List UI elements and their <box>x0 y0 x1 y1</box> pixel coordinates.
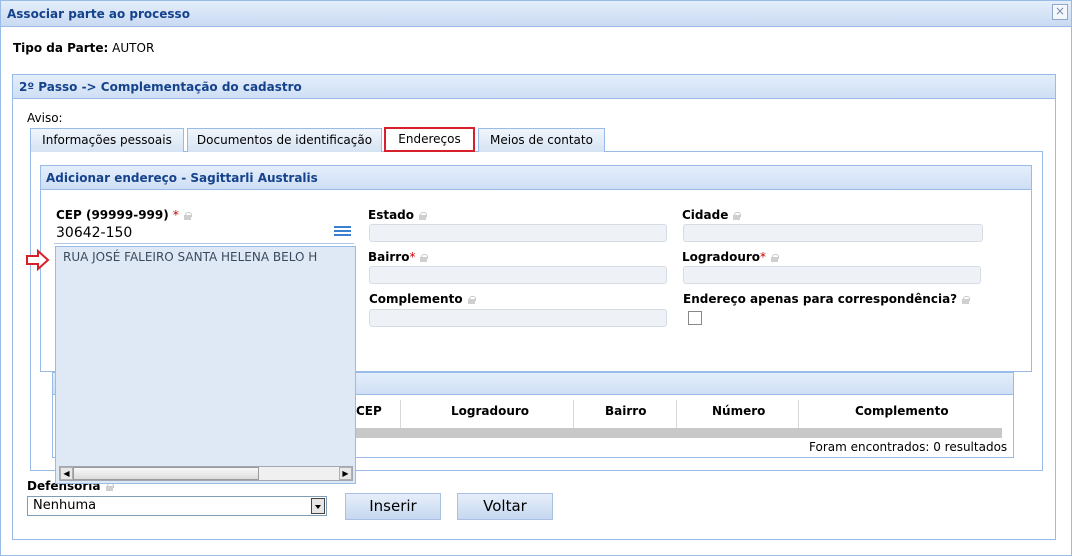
column-divider <box>400 400 401 428</box>
logradouro-field[interactable] <box>683 266 981 284</box>
correspondencia-label: Endereço apenas para correspondência? <box>683 292 971 306</box>
red-arrow-icon <box>26 249 50 271</box>
estado-label: Estado <box>368 208 428 222</box>
column-divider <box>573 400 574 428</box>
grid-empty-row <box>356 428 1002 438</box>
tab-meios-contato[interactable]: Meios de contato <box>478 128 605 152</box>
correspondencia-checkbox[interactable] <box>688 311 702 325</box>
column-divider <box>676 400 677 428</box>
scrollbar-thumb[interactable] <box>73 467 259 480</box>
tab-enderecos[interactable]: Endereços <box>384 127 475 152</box>
tab-documentos-identificacao[interactable]: Documentos de identificação <box>187 128 382 152</box>
cep-required-mark: * <box>172 208 179 222</box>
list-icon[interactable] <box>334 226 351 239</box>
tab-informacoes-pessoais[interactable]: Informações pessoais <box>30 128 184 152</box>
estado-label-text: Estado <box>368 208 415 222</box>
col-cep[interactable]: CEP <box>356 404 382 418</box>
aviso-label: Aviso: <box>27 111 63 125</box>
col-numero[interactable]: Número <box>712 404 765 418</box>
complemento-label-text: Complemento <box>369 292 463 306</box>
defensoria-value: Nenhuma <box>33 498 97 513</box>
logradouro-label: Logradouro* <box>682 250 780 264</box>
close-icon[interactable]: × <box>1052 4 1068 20</box>
dialog-title: Associar parte ao processo <box>7 7 190 21</box>
estado-field[interactable] <box>369 224 667 242</box>
column-divider <box>798 400 799 428</box>
lock-icon <box>420 254 429 262</box>
tipo-parte: Tipo da Parte: AUTOR <box>13 41 154 55</box>
horizontal-scrollbar[interactable]: ◀ ▶ <box>59 466 353 481</box>
results-count: Foram encontrados: 0 resultados <box>809 440 1008 454</box>
lock-icon <box>105 483 114 491</box>
col-complemento[interactable]: Complemento <box>855 404 949 418</box>
lock-icon <box>183 212 192 220</box>
chevron-down-icon[interactable] <box>311 498 325 514</box>
cep-label: CEP (99999-999) * <box>56 208 192 222</box>
defensoria-select[interactable]: Nenhuma <box>27 496 327 516</box>
bairro-label-text: Bairro <box>368 250 410 264</box>
col-bairro[interactable]: Bairro <box>605 404 646 418</box>
complemento-field[interactable] <box>369 309 667 327</box>
cep-label-text: CEP (99999-999) <box>56 208 169 222</box>
tipo-parte-label: Tipo da Parte: <box>13 41 109 55</box>
inserir-button[interactable]: Inserir <box>345 493 441 520</box>
cidade-field[interactable] <box>683 224 983 242</box>
scroll-left-icon[interactable]: ◀ <box>60 467 73 480</box>
voltar-button[interactable]: Voltar <box>457 493 553 520</box>
autocomplete-option[interactable]: RUA JOSÉ FALEIRO SANTA HELENA BELO H <box>56 247 355 268</box>
logradouro-label-text: Logradouro <box>682 250 761 264</box>
tipo-parte-value: AUTOR <box>112 41 155 55</box>
cidade-label: Cidade <box>682 208 742 222</box>
cep-autocomplete-dropdown: RUA JOSÉ FALEIRO SANTA HELENA BELO H ◀ ▶ <box>55 246 356 484</box>
complemento-label: Complemento <box>369 292 476 306</box>
col-logradouro[interactable]: Logradouro <box>451 404 529 418</box>
cidade-label-text: Cidade <box>682 208 729 222</box>
lock-icon <box>962 296 971 304</box>
lock-icon <box>771 254 780 262</box>
scroll-right-icon[interactable]: ▶ <box>339 467 352 480</box>
bairro-label: Bairro* <box>368 250 429 264</box>
lock-icon <box>467 296 476 304</box>
lock-icon <box>419 212 428 220</box>
bairro-field[interactable] <box>369 266 667 284</box>
dialog-titlebar: Associar parte ao processo × <box>1 1 1071 27</box>
lock-icon <box>733 212 742 220</box>
cep-input[interactable]: 30642-150 <box>54 223 354 244</box>
correspondencia-label-text: Endereço apenas para correspondência? <box>683 292 958 306</box>
bairro-required-mark: * <box>409 250 416 264</box>
logradouro-required-mark: * <box>760 250 767 264</box>
step-title: 2º Passo -> Complementação do cadastro <box>13 75 1055 99</box>
address-panel-title: Adicionar endereço - Sagittarli Australi… <box>41 166 1031 190</box>
